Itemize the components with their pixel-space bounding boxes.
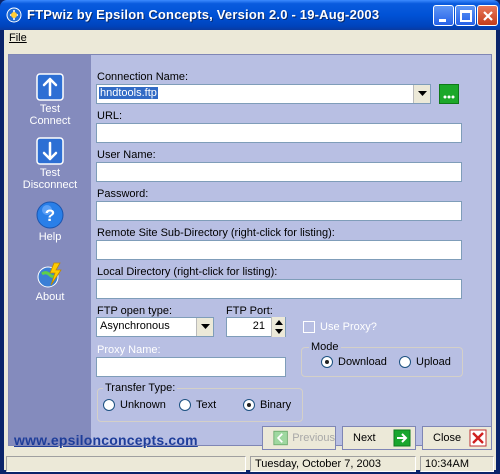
ftp-open-type-label: FTP open type:	[97, 305, 173, 317]
radio-dot	[321, 356, 333, 368]
password-input[interactable]	[96, 201, 462, 221]
status-date: Tuesday, October 7, 2003	[250, 456, 416, 472]
previous-icon	[273, 430, 288, 446]
sidebar-item-help[interactable]: ? Help	[9, 201, 91, 243]
user-name-label: User Name:	[97, 149, 156, 161]
url-label: URL:	[97, 110, 123, 122]
use-proxy-checkbox[interactable]: Use Proxy?	[303, 321, 377, 333]
proxy-name-input[interactable]	[96, 357, 286, 377]
up-arrow-icon	[36, 73, 64, 101]
mode-download-radio[interactable]: Download	[321, 356, 387, 368]
next-button[interactable]: Next	[342, 426, 416, 450]
connection-name-combo[interactable]: hndtools.ftp	[96, 84, 431, 104]
ftp-port-spinner[interactable]	[271, 317, 285, 337]
transfer-binary-radio[interactable]: Binary	[243, 399, 291, 411]
menu-file[interactable]: File	[9, 32, 27, 44]
close-red-x-icon	[469, 429, 487, 447]
next-arrow-icon	[393, 429, 411, 447]
connection-name-label: Connection Name:	[97, 71, 189, 83]
previous-button[interactable]: Previous	[262, 426, 336, 450]
title-bar[interactable]: FTPwiz by Epsilon Concepts, Version 2.0 …	[0, 0, 500, 30]
sidebar-item-test-disconnect[interactable]: Test Disconnect	[9, 137, 91, 191]
minimize-button[interactable]	[433, 5, 454, 26]
transfer-text-radio[interactable]: Text	[179, 399, 216, 411]
connection-form: Connection Name: hndtools.ftp URL: User …	[91, 55, 491, 445]
radio-dot	[179, 399, 191, 411]
maximize-button[interactable]	[455, 5, 476, 26]
proxy-name-label: Proxy Name:	[97, 344, 161, 356]
sidebar: Test Connect Test Disconnect ? Help Abou…	[9, 55, 91, 445]
checkbox-box	[303, 321, 315, 333]
chevron-down-icon	[201, 324, 210, 329]
password-label: Password:	[97, 188, 149, 200]
user-name-input[interactable]	[96, 162, 462, 182]
close-button[interactable]: Close	[422, 426, 492, 450]
client-area: File Test Connect Test Disconnect ? Help…	[4, 30, 496, 472]
transfer-type-group-title: Transfer Type:	[103, 382, 178, 394]
new-connection-button[interactable]	[439, 84, 459, 104]
url-input[interactable]	[96, 123, 462, 143]
about-icon	[37, 262, 62, 288]
radio-dot	[243, 399, 255, 411]
main-panel: Test Connect Test Disconnect ? Help Abou…	[8, 54, 492, 446]
ftpwiz-app-icon	[6, 7, 22, 23]
app-window: FTPwiz by Epsilon Concepts, Version 2.0 …	[0, 0, 500, 474]
maximize-icon	[460, 10, 472, 22]
remote-dir-input[interactable]	[96, 240, 462, 260]
close-window-button[interactable]	[477, 5, 498, 26]
ftp-open-type-dropdown-button[interactable]	[196, 318, 213, 336]
mode-group-title: Mode	[309, 341, 341, 353]
radio-dot	[399, 356, 411, 368]
ftp-open-type-select[interactable]: Asynchronous	[96, 317, 214, 337]
svg-text:?: ?	[45, 206, 55, 225]
close-x-icon	[483, 11, 493, 21]
local-dir-input[interactable]	[96, 279, 462, 299]
radio-dot	[103, 399, 115, 411]
mode-upload-radio[interactable]: Upload	[399, 356, 451, 368]
ellipsis-icon	[443, 95, 455, 99]
local-dir-label: Local Directory (right-click for listing…	[97, 266, 278, 278]
help-icon: ?	[36, 201, 64, 229]
transfer-unknown-radio[interactable]: Unknown	[103, 399, 166, 411]
status-panel-empty	[6, 456, 246, 472]
remote-dir-label: Remote Site Sub-Directory (right-click f…	[97, 227, 335, 239]
spinner-arrows-icon	[275, 320, 283, 334]
chevron-down-icon	[418, 91, 427, 96]
menu-bar: File	[4, 30, 496, 48]
minimize-icon	[439, 19, 446, 22]
connection-name-dropdown-button[interactable]	[413, 85, 430, 103]
status-time: 10:34AM	[420, 456, 494, 472]
window-title: FTPwiz by Epsilon Concepts, Version 2.0 …	[27, 7, 380, 22]
sidebar-item-about[interactable]: About	[9, 261, 91, 303]
ftp-port-label: FTP Port:	[226, 305, 273, 317]
sidebar-item-test-connect[interactable]: Test Connect	[9, 73, 91, 127]
website-link[interactable]: www.epsilonconcepts.com	[14, 432, 198, 448]
down-arrow-icon	[36, 137, 64, 165]
